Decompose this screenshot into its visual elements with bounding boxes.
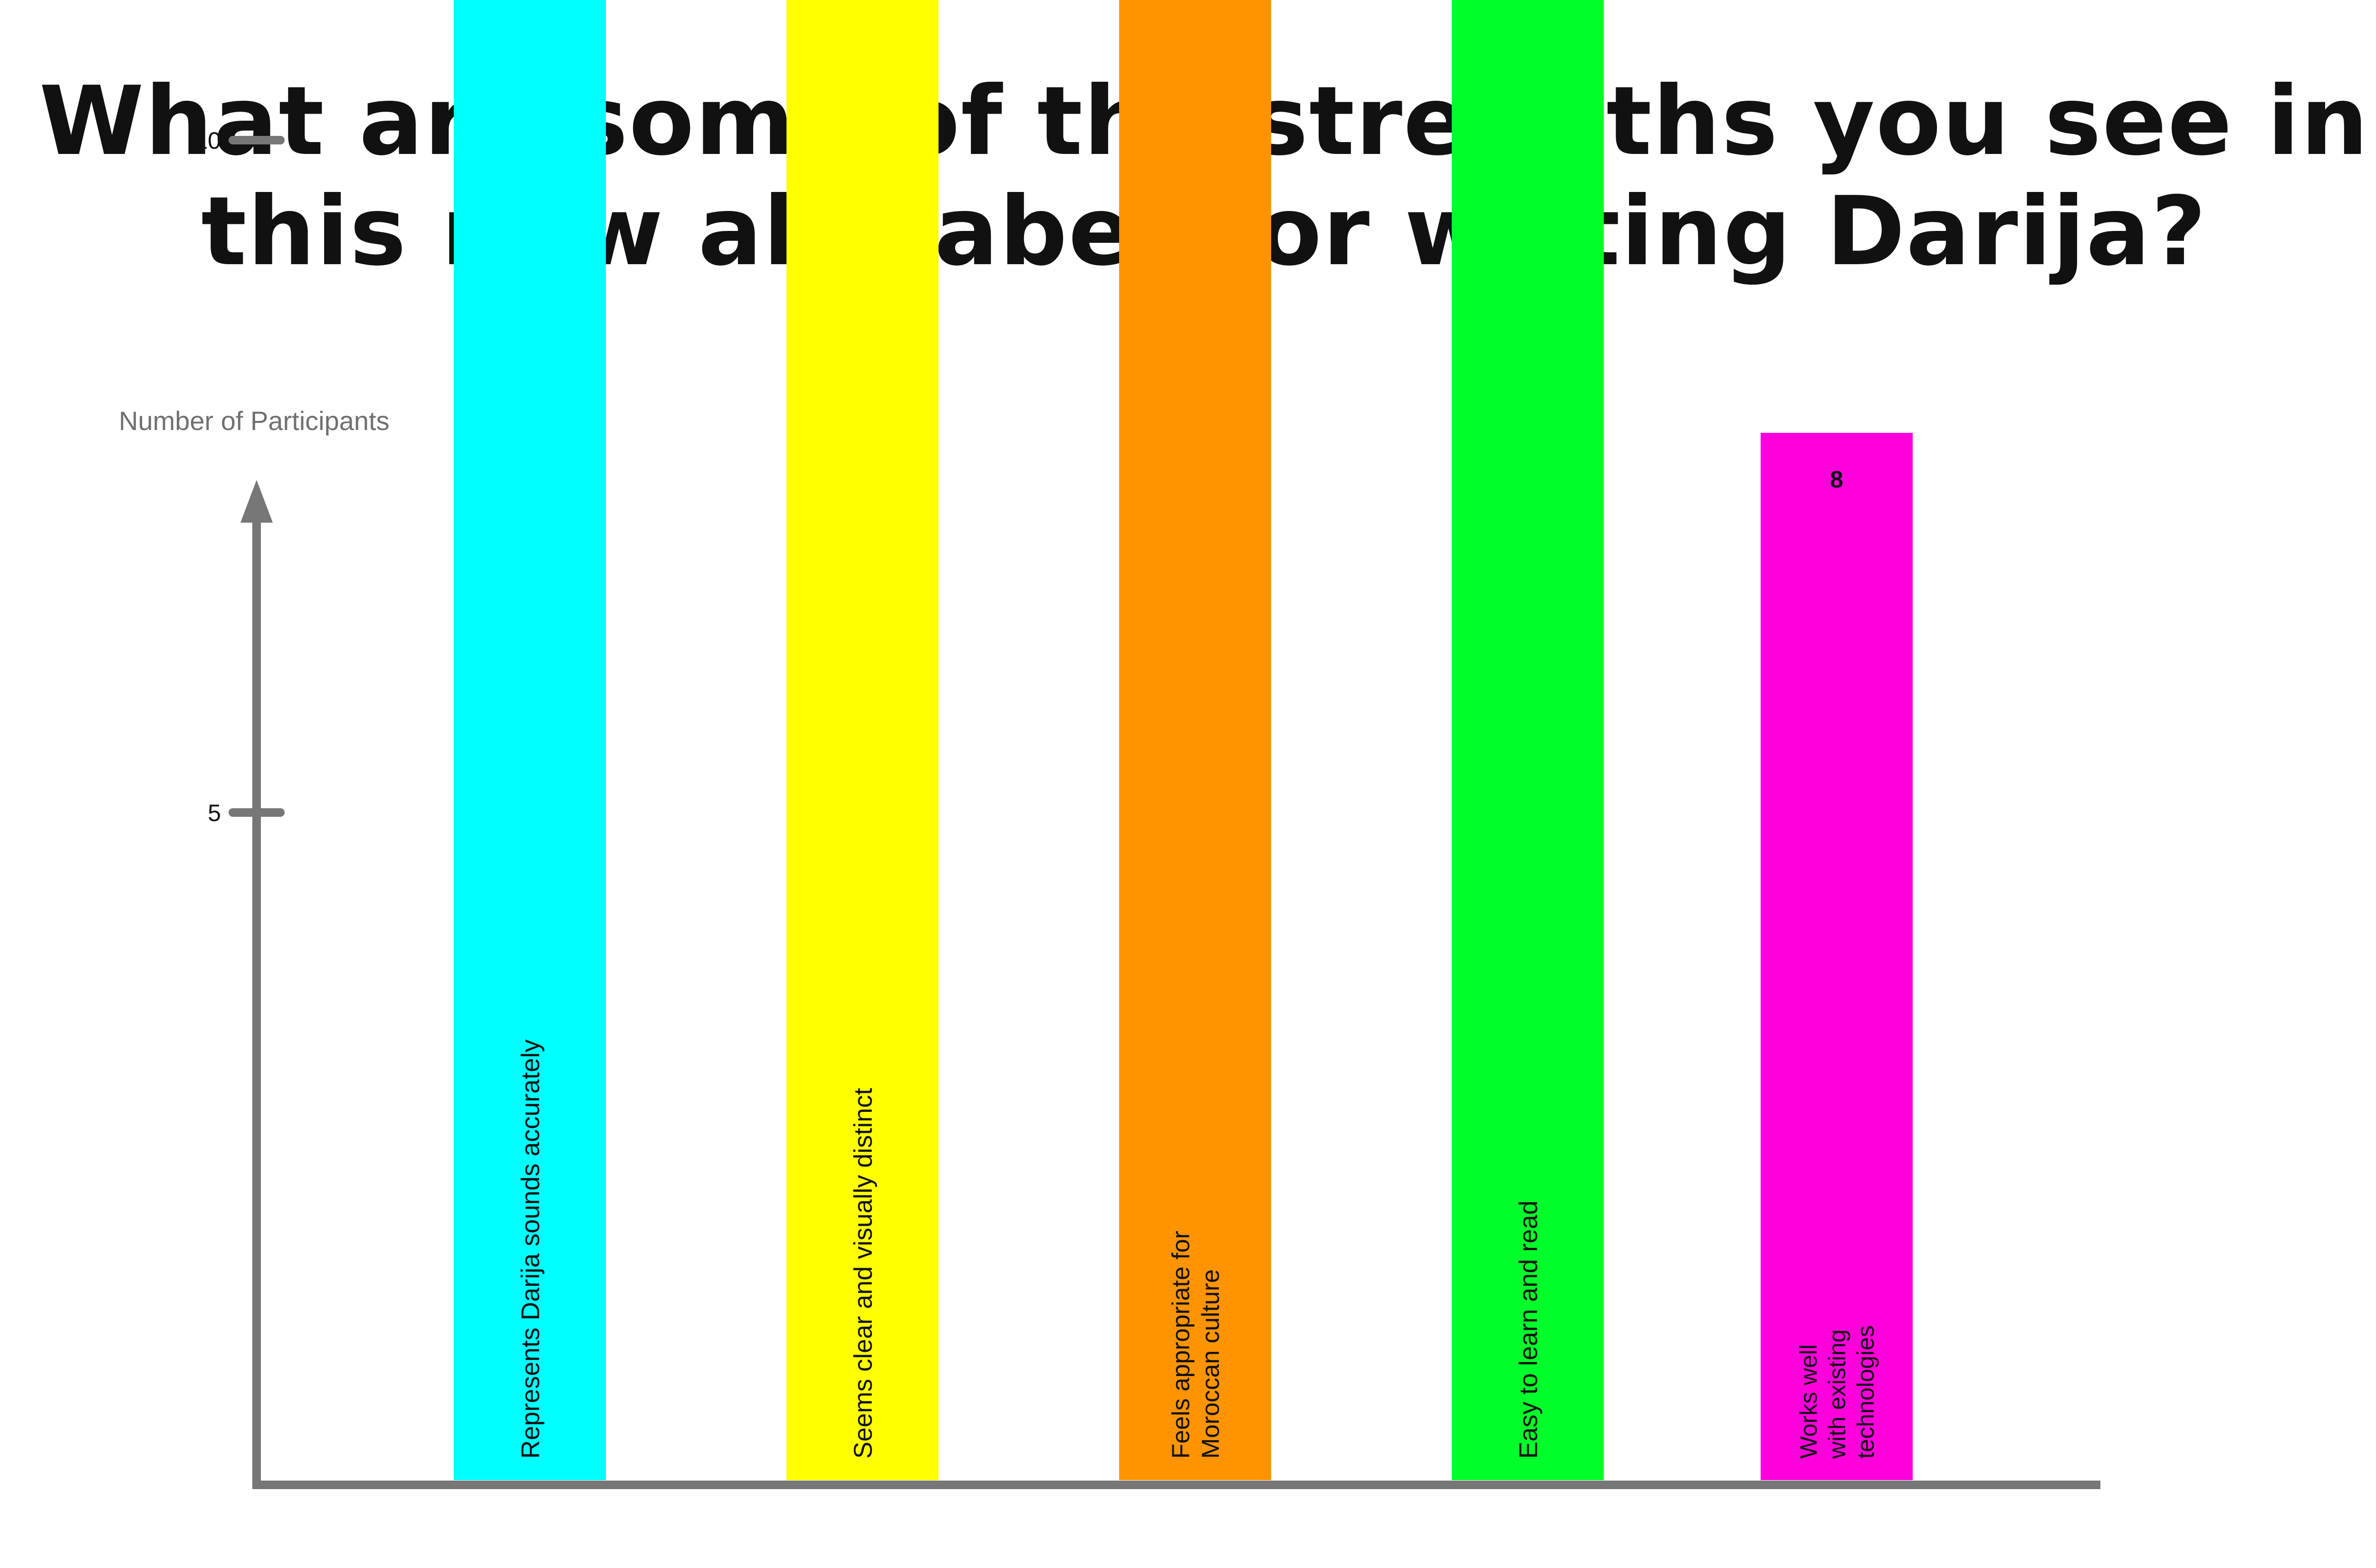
y-axis-arrow — [240, 480, 273, 523]
bar-value-label: 8 — [1830, 466, 1843, 493]
bar-category-label-line: technologies — [1852, 1325, 1879, 1459]
bar-category-label-line: Seems clear and visually distinct — [849, 1088, 877, 1459]
bar-category-label-line: Moroccan culture — [1197, 1269, 1225, 1459]
y-tick-label: 5 — [208, 800, 221, 826]
y-tick-label: 10 — [194, 127, 221, 154]
y-axis-label: Number of Participants — [119, 406, 390, 436]
bar-chart: Number of Participants 51015202530 27Rep… — [119, 0, 2100, 1489]
bar-category-label-line: Works well — [1795, 1344, 1822, 1459]
bar-category-label-line: Feels appropriate for — [1168, 1231, 1195, 1459]
bars: 27Represents Darija sounds accurately23S… — [454, 0, 1913, 1480]
bar-category-label: Represents Darija sounds accurately — [516, 1040, 545, 1459]
bar-category-label-line: Easy to learn and read — [1514, 1201, 1542, 1459]
bar — [1119, 0, 1271, 1480]
bar-category-label-line: with existing — [1824, 1329, 1850, 1459]
bar-category-label: Works wellwith existingtechnologies — [1795, 1325, 1879, 1459]
bar-category-label-line: Represents Darija sounds accurately — [516, 1040, 545, 1459]
bar-category-label: Easy to learn and read — [1514, 1201, 1542, 1459]
bar — [1761, 433, 1913, 1480]
bar-category-label: Seems clear and visually distinct — [849, 1088, 877, 1459]
